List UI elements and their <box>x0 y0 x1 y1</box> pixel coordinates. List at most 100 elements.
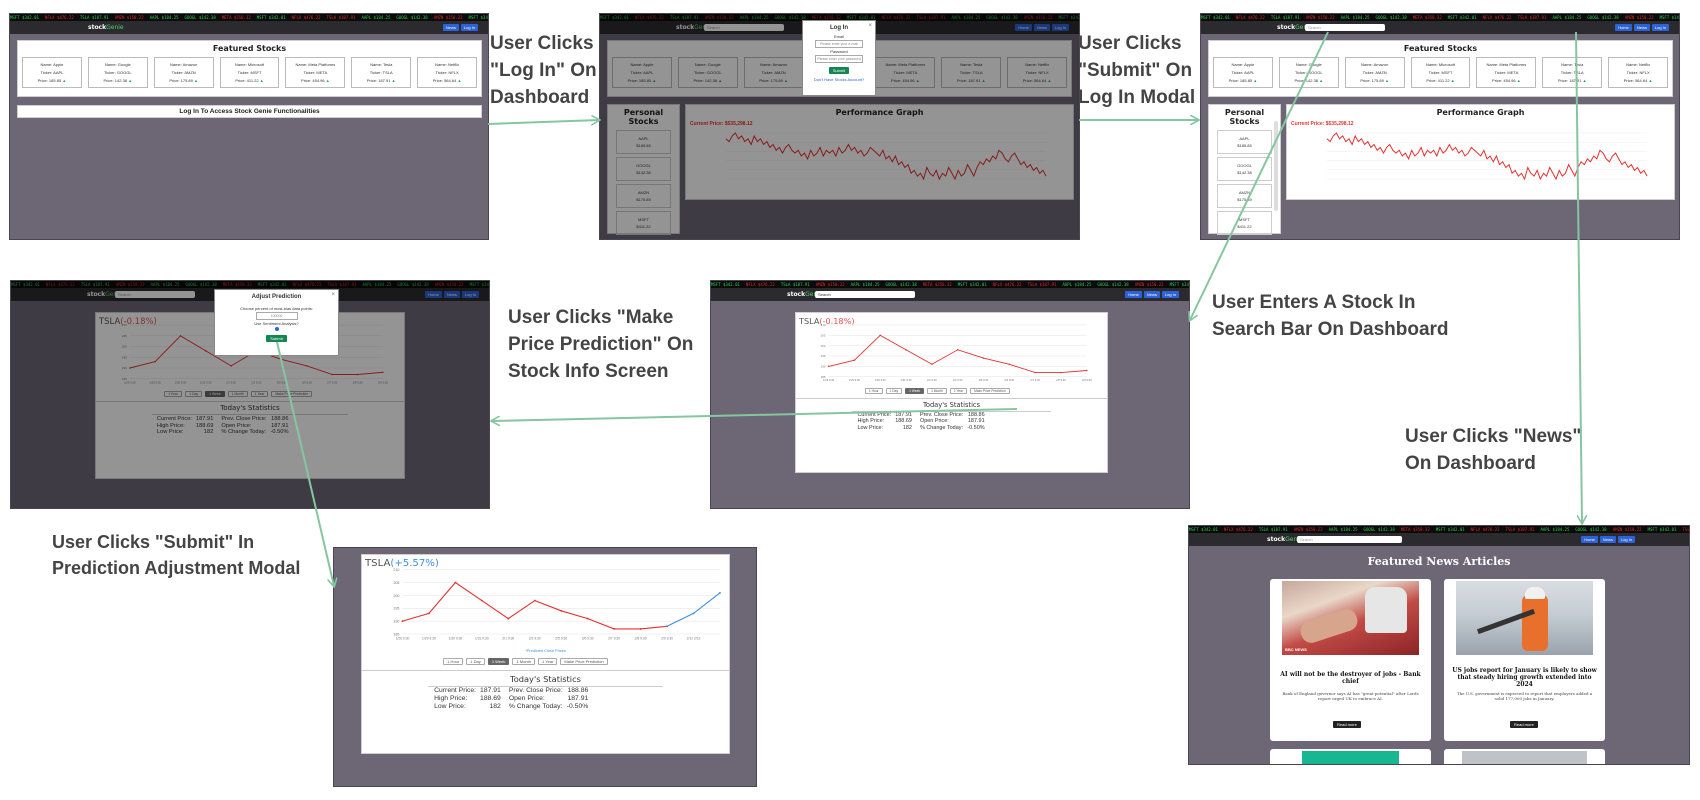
ticker-item: TSLA $187.91 <box>326 15 356 20</box>
news-card[interactable]: US jobs report for January is likely to … <box>1444 579 1605 741</box>
stats-divider <box>796 398 1107 400</box>
y-tick-label: 190 <box>393 620 399 624</box>
y-tick-label: 205 <box>393 581 399 585</box>
stock-name: Name: Amazon <box>1360 61 1389 67</box>
robot-hand-shape <box>1365 587 1407 633</box>
featured-stock-card[interactable]: Name: Tesla Ticker: TSLA Price: 187.91 ▲ <box>351 57 412 88</box>
period-button[interactable]: 1 Week <box>905 388 925 395</box>
ticker-item: AMZN $150.22 <box>433 15 463 20</box>
adjust-prediction-modal: × Adjust Prediction Choose percent of mo… <box>214 289 339 356</box>
news-card[interactable]: BBC NEWS AI will not be the destroyer of… <box>1270 579 1431 741</box>
stock-name: Name: Apple <box>1231 61 1255 67</box>
prediction-point <box>666 625 668 628</box>
period-button[interactable]: Make Price Prediction <box>560 657 608 665</box>
period-button[interactable]: 1 Hour <box>864 388 883 395</box>
step-label-prediction: User Clicks "Make Price Prediction" On Sto… <box>508 307 694 382</box>
featured-stock-card[interactable]: Name: Netflix Ticker: NFLX Price: 564.64 ▲ <box>1608 57 1669 88</box>
nav-login[interactable]: Log In <box>1161 291 1179 298</box>
nav-login[interactable]: Log In <box>1651 24 1669 31</box>
personal-stock-item[interactable]: MSFT $411.22 <box>1217 211 1272 235</box>
search-input[interactable]: Search <box>815 291 915 298</box>
read-more-button[interactable]: Read more <box>1333 721 1361 728</box>
y-tick-label: 190 <box>821 364 826 368</box>
personal-scrollbar[interactable] <box>1274 121 1278 211</box>
stock-price-value: Price: 564.64 <box>432 78 457 84</box>
price-point <box>454 581 457 584</box>
featured-stock-card[interactable]: Name: Microsoft Ticker: MSFT Price: 411.22… <box>1410 57 1471 88</box>
featured-stock-card[interactable]: Name: Netflix Ticker: NFLX Price: 564.64 ▲ <box>417 57 478 88</box>
read-more-button[interactable]: Read more <box>1510 721 1538 728</box>
signup-link[interactable]: Don't Have Stocks Account? <box>803 77 875 82</box>
featured-stock-card[interactable]: Name: Apple Ticker: AAPL Price: 185.85 ▲ <box>22 57 82 88</box>
news-card[interactable] <box>1270 749 1431 764</box>
stock-price: Price: 185.85 ▲ <box>23 78 81 83</box>
featured-stock-card[interactable]: Name: Amazon Ticker: AMZN Price: 175.89 ▲ <box>1344 57 1405 88</box>
login-modal: × Log In Email Please enter your e-mail … <box>802 20 876 96</box>
nav-home[interactable]: Home <box>1615 24 1632 31</box>
y-tick-label: 205 <box>821 333 826 337</box>
news-card[interactable] <box>1444 749 1605 764</box>
nav-news[interactable]: News <box>1143 291 1160 298</box>
sentiment-checkbox[interactable] <box>274 327 279 331</box>
nav-news[interactable]: News <box>1633 24 1650 31</box>
close-icon[interactable]: × <box>331 292 335 298</box>
stock-ticker-label: Ticker: AMZN <box>171 69 196 75</box>
nav-news[interactable]: News <box>1599 536 1616 543</box>
search-input[interactable]: Search <box>1305 24 1385 31</box>
period-button[interactable]: 1 Week <box>487 657 510 665</box>
up-arrow-icon: ▲ <box>1515 78 1521 84</box>
ticker-item: AAPL $184.25 <box>361 15 391 20</box>
personal-stock-item[interactable]: GOOGL $142.38 <box>1217 157 1272 181</box>
period-button[interactable]: 1 Month <box>512 657 535 665</box>
period-button[interactable]: 1 Year <box>949 388 968 395</box>
period-button[interactable]: 1 Day <box>466 657 485 665</box>
featured-stock-card[interactable]: Name: Google Ticker: GOOGL Price: 142.38 ▲ <box>87 57 148 88</box>
personal-stock-item[interactable]: AMZN $175.89 <box>1217 184 1272 208</box>
featured-stock-card[interactable]: Name: Microsoft Ticker: MSFT Price: 411.22… <box>219 57 280 88</box>
close-icon[interactable]: × <box>868 23 872 29</box>
y-tick-label: 210 <box>821 323 826 327</box>
featured-stock-card[interactable]: Name: Meta Platforms Ticker: META Price: 4… <box>1476 57 1537 88</box>
x-tick-label: 2/1 9:30 <box>927 378 937 382</box>
period-button[interactable]: 1 Day <box>885 388 903 395</box>
navbar: stockGenie Search Home News Log In <box>711 288 1189 301</box>
nav-login[interactable]: Log In <box>1617 536 1635 543</box>
period-button[interactable]: Make Price Prediction <box>970 388 1010 395</box>
stats-divider <box>428 685 663 687</box>
nav-buttons: Home News Log In <box>1125 291 1179 298</box>
featured-stock-card[interactable]: Name: Amazon Ticker: AMZN Price: 175.89 ▲ <box>153 57 214 88</box>
stat-label: High Price: <box>434 695 468 703</box>
period-button[interactable]: 1 Year <box>537 657 558 665</box>
stats-row: Low Price: 182 % Change Today: -0.50% <box>432 703 594 711</box>
email-field[interactable]: Please enter your e-mail <box>815 40 863 48</box>
up-arrow-icon: ▲ <box>1581 78 1587 84</box>
news-headline: US jobs report for January is likely to … <box>1452 667 1597 688</box>
adjust-submit-button[interactable]: Submit <box>266 335 287 342</box>
x-tick-label: 2/5 9:30 <box>979 378 989 382</box>
sentiment-label: Use Sentiment Analysis? <box>254 321 299 326</box>
nav-home[interactable]: Home <box>1125 291 1142 298</box>
x-tick-label: 1/26 9:30 <box>823 378 835 382</box>
personal-stock-item[interactable]: AAPL $185.85 <box>1217 130 1272 154</box>
stock-info-panel: TSLA(-0.18%) 210 205 200 195 190 185 1/26 9:30 1… <box>795 312 1108 473</box>
stock-price-value: Price: 564.64 <box>1623 78 1648 84</box>
nav-news[interactable]: News <box>442 24 459 31</box>
screen-news: MSFT $342.01 NFLX $476.22 TSLA $187.91 AMZN… <box>1188 525 1690 765</box>
stock-ticker-label: Ticker: MSFT <box>1428 69 1453 75</box>
nav-login[interactable]: Log In <box>460 24 478 31</box>
nav-home[interactable]: Home <box>1581 536 1598 543</box>
period-button[interactable]: 1 Month <box>927 388 947 395</box>
percent-input[interactable]: 100000 <box>255 312 298 320</box>
personal-stock-price: $411.22 <box>1237 224 1252 229</box>
login-submit-button[interactable]: Submit <box>828 67 850 74</box>
period-button[interactable]: 1 Hour <box>443 657 464 665</box>
featured-stock-card[interactable]: Name: Meta Platforms Ticker: META Price: 4… <box>285 57 346 88</box>
featured-stock-card[interactable]: Name: Tesla Ticker: TSLA Price: 187.91 ▲ <box>1542 57 1603 88</box>
featured-stock-card[interactable]: Name: Google Ticker: GOOGL Price: 142.38 ▲ <box>1278 57 1339 88</box>
password-field[interactable]: Please enter your password <box>815 55 863 63</box>
stat-label: Low Price: <box>857 424 883 431</box>
featured-stock-card[interactable]: Name: Apple Ticker: AAPL Price: 185.85 ▲ <box>1213 57 1273 88</box>
search-input[interactable]: Search <box>1297 536 1402 543</box>
stock-price: Price: 142.38 ▲ <box>1280 78 1338 83</box>
ticker-item: NFLX $476.22 <box>1482 15 1512 20</box>
